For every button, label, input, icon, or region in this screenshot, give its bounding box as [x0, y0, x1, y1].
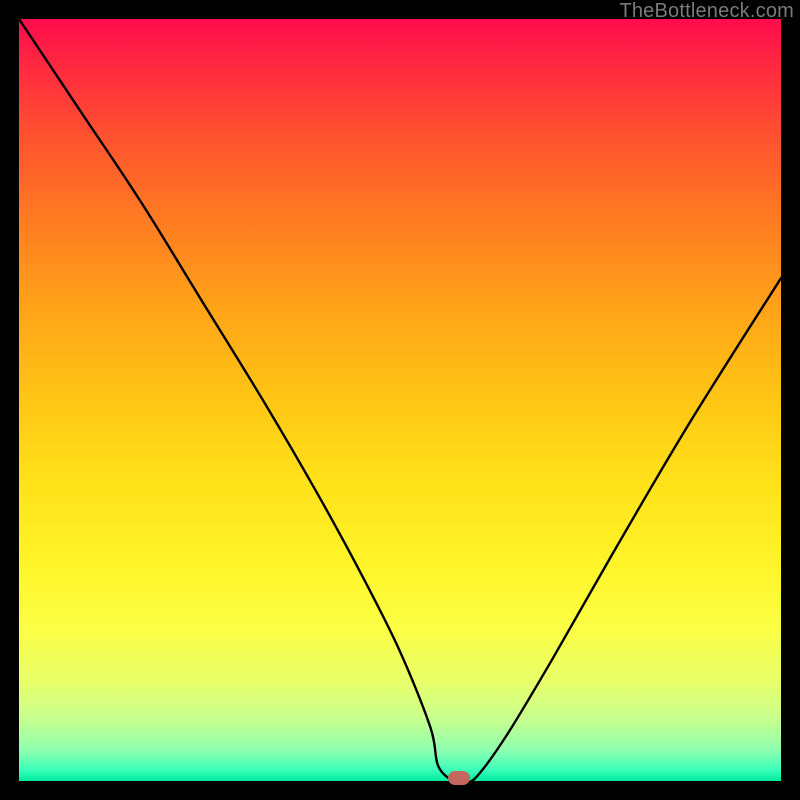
optimal-marker: [448, 771, 470, 785]
bottleneck-curve: [19, 19, 781, 781]
chart-frame: TheBottleneck.com: [0, 0, 800, 800]
plot-area: [19, 19, 781, 781]
